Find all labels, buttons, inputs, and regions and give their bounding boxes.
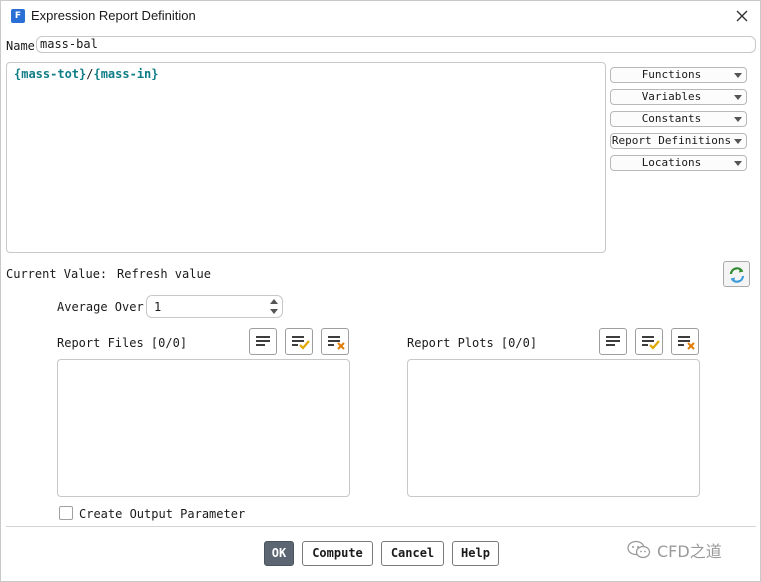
list-icon — [256, 336, 270, 346]
constants-dropdown[interactable]: Constants — [610, 111, 747, 127]
chevron-down-icon — [734, 73, 742, 78]
spin-up-icon[interactable] — [270, 299, 278, 304]
current-value-label: Current Value: — [6, 267, 108, 281]
report-plots-select-all-button[interactable] — [635, 328, 663, 355]
list-check-icon — [642, 336, 660, 350]
compute-button[interactable]: Compute — [302, 541, 373, 566]
expression-token-mass-tot: {mass-tot} — [14, 67, 87, 81]
average-over-label: Average Over — [57, 300, 144, 314]
expression-editor[interactable]: {mass-tot}/{mass-in} — [6, 62, 606, 253]
report-definitions-dropdown[interactable]: Report Definitions — [610, 133, 747, 149]
ok-button[interactable]: OK — [264, 541, 294, 566]
report-plots-label: Report Plots [0/0] — [407, 336, 538, 350]
list-check-icon — [292, 336, 310, 350]
constants-dropdown-label: Constants — [641, 112, 702, 125]
list-remove-icon — [328, 336, 345, 350]
locations-dropdown-label: Locations — [641, 156, 702, 169]
locations-dropdown[interactable]: Locations — [610, 155, 747, 171]
cancel-button[interactable]: Cancel — [381, 541, 444, 566]
chevron-down-icon — [734, 95, 742, 100]
variables-dropdown-label: Variables — [641, 90, 702, 103]
report-files-label: Report Files [0/0] — [57, 336, 188, 350]
list-remove-icon — [678, 336, 695, 350]
functions-dropdown[interactable]: Functions — [610, 67, 747, 83]
report-files-list-button[interactable] — [249, 328, 277, 355]
chevron-down-icon — [734, 117, 742, 122]
current-value-text: Refresh value — [117, 267, 211, 281]
close-button[interactable] — [732, 6, 752, 26]
expression-report-definition-dialog: F Expression Report Definition Name mass… — [0, 0, 761, 582]
refresh-button[interactable] — [723, 261, 750, 287]
chevron-down-icon — [734, 139, 742, 144]
wechat-icon — [627, 540, 651, 559]
refresh-icon — [729, 267, 745, 283]
close-icon — [736, 10, 748, 22]
help-button[interactable]: Help — [452, 541, 499, 566]
footer-separator — [6, 526, 756, 527]
report-plots-list[interactable] — [407, 359, 700, 497]
spin-down-icon[interactable] — [270, 309, 278, 314]
create-output-parameter-checkbox[interactable] — [59, 506, 73, 520]
create-output-parameter-label: Create Output Parameter — [79, 507, 246, 521]
watermark: CFD之道 — [627, 537, 722, 563]
variables-dropdown[interactable]: Variables — [610, 89, 747, 105]
report-plots-deselect-all-button[interactable] — [671, 328, 699, 355]
report-plots-list-button[interactable] — [599, 328, 627, 355]
report-files-list[interactable] — [57, 359, 350, 497]
window-title: Expression Report Definition — [31, 8, 196, 23]
report-files-deselect-all-button[interactable] — [321, 328, 349, 355]
name-input[interactable]: mass-bal — [36, 36, 756, 53]
average-over-value: 1 — [154, 300, 162, 314]
average-over-spinner[interactable]: 1 — [146, 295, 283, 318]
list-icon — [606, 336, 620, 346]
watermark-text: CFD之道 — [657, 542, 722, 561]
chevron-down-icon — [734, 161, 742, 166]
fluent-app-icon: F — [11, 9, 25, 23]
name-label: Name — [6, 39, 35, 53]
report-definitions-dropdown-label: Report Definitions — [611, 134, 732, 147]
title-bar: F Expression Report Definition — [1, 1, 760, 32]
report-files-select-all-button[interactable] — [285, 328, 313, 355]
expression-token-mass-in: {mass-in} — [93, 67, 159, 81]
functions-dropdown-label: Functions — [641, 68, 702, 81]
